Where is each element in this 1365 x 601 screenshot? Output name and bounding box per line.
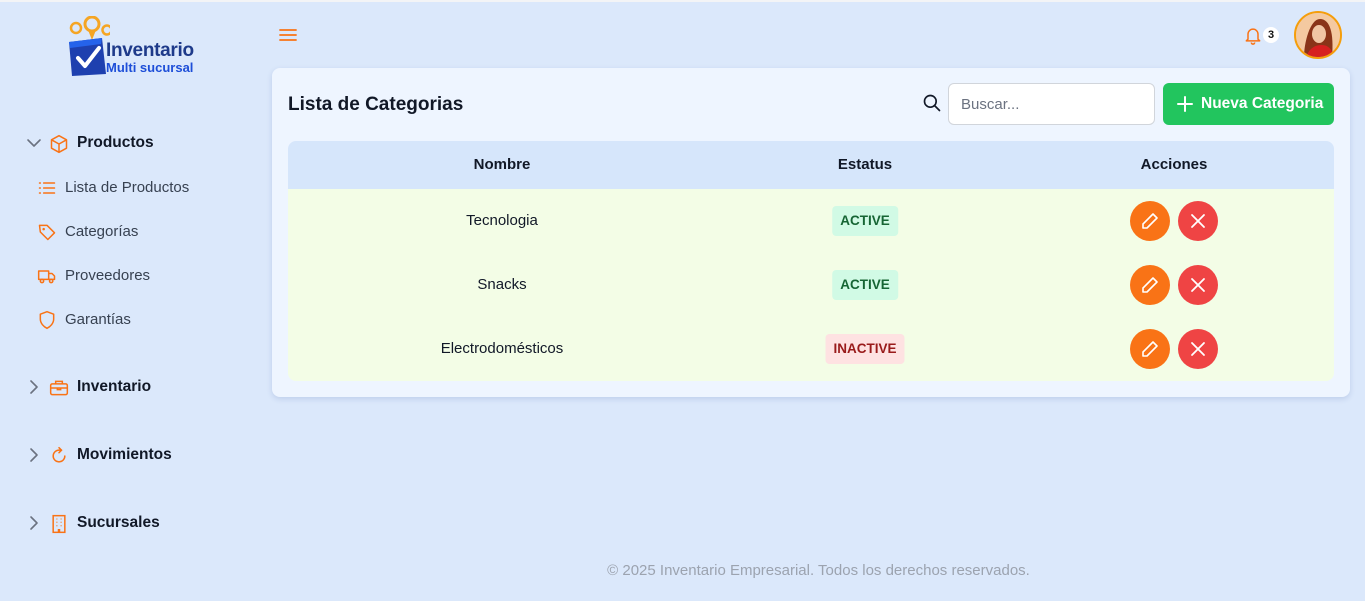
pencil-icon	[1142, 277, 1158, 293]
nav-group-label: Movimientos	[77, 446, 172, 463]
edit-button[interactable]	[1130, 265, 1170, 305]
categories-card: Lista de Categorias Nueva Categoria Nomb…	[272, 68, 1350, 397]
sidebar-item-garantias[interactable]: Garantías	[0, 305, 250, 335]
user-avatar-image	[1296, 13, 1340, 57]
nav-group-label: Inventario	[77, 378, 152, 395]
nav-group-label: Sucursales	[77, 514, 160, 531]
delete-button[interactable]	[1178, 329, 1218, 369]
notification-count-badge: 3	[1263, 27, 1279, 43]
table-header: Nombre Estatus Acciones	[288, 141, 1334, 189]
plus-icon	[1177, 96, 1193, 112]
shield-icon	[39, 310, 55, 330]
pencil-icon	[1142, 341, 1158, 357]
nav-group-sucursales[interactable]: Sucursales	[0, 506, 250, 540]
refresh-icon	[52, 446, 66, 463]
bell-icon	[1245, 28, 1261, 45]
search-input[interactable]	[948, 83, 1155, 125]
list-icon	[38, 182, 56, 194]
footer: © 2025 Inventario Empresarial. Todos los…	[0, 562, 1365, 579]
footer-text: © 2025 Inventario Empresarial. Todos los…	[607, 562, 1030, 579]
delete-button[interactable]	[1178, 201, 1218, 241]
new-category-label: Nueva Categoria	[1201, 95, 1324, 112]
nav-group-productos[interactable]: Productos	[0, 126, 250, 160]
chevron-right-icon	[30, 448, 38, 462]
brand-subtitle: Multi sucursal	[106, 60, 194, 75]
sidebar-item-label: Garantías	[65, 311, 131, 328]
table-row: Electrodomésticos INACTIVE	[288, 317, 1334, 381]
pencil-icon	[1142, 213, 1158, 229]
sidebar-item-label: Categorías	[65, 223, 139, 240]
tag-icon	[38, 224, 56, 241]
nav-group-label: Productos	[77, 134, 154, 151]
building-icon	[52, 514, 66, 534]
category-name: Electrodomésticos	[440, 340, 564, 357]
sidebar-item-label: Proveedores	[65, 267, 151, 284]
sidebar-item-proveedores[interactable]: Proveedores	[0, 261, 250, 291]
close-icon	[1191, 342, 1205, 356]
chevron-right-icon	[30, 380, 38, 394]
status-badge: ACTIVE	[832, 270, 898, 300]
box-icon	[50, 134, 68, 154]
hamburger-menu-button[interactable]	[277, 24, 299, 46]
table-row: Tecnologia ACTIVE	[288, 189, 1334, 253]
truck-icon	[37, 270, 56, 284]
sidebar: Inventario Multi sucursal Productos List…	[0, 2, 250, 601]
avatar[interactable]	[1294, 11, 1342, 59]
search-icon	[923, 94, 941, 112]
category-name: Tecnologia	[466, 212, 538, 229]
status-badge: INACTIVE	[825, 334, 905, 364]
logo-icon	[69, 16, 110, 76]
close-icon	[1191, 214, 1205, 228]
delete-button[interactable]	[1178, 265, 1218, 305]
categories-table: Nombre Estatus Acciones Tecnologia ACTIV…	[288, 141, 1334, 381]
briefcase-icon	[49, 380, 69, 396]
brand-title: Inventario	[106, 40, 194, 61]
status-badge: ACTIVE	[832, 206, 898, 236]
table-row: Snacks ACTIVE	[288, 253, 1334, 317]
menu-icon	[279, 29, 297, 41]
sidebar-item-categorias[interactable]: Categorías	[0, 217, 250, 247]
chevron-down-icon	[27, 139, 41, 147]
brand-logo[interactable]: Inventario Multi sucursal	[66, 16, 206, 78]
close-icon	[1191, 278, 1205, 292]
sidebar-item-lista-productos[interactable]: Lista de Productos	[0, 173, 250, 203]
edit-button[interactable]	[1130, 329, 1170, 369]
category-name: Snacks	[477, 276, 527, 293]
new-category-button[interactable]: Nueva Categoria	[1163, 83, 1334, 125]
column-header-nombre: Nombre	[473, 156, 531, 173]
table-body: Tecnologia ACTIVE Snacks ACTIVE Electrod…	[288, 189, 1334, 381]
chevron-right-icon	[30, 516, 38, 530]
nav-group-movimientos[interactable]: Movimientos	[0, 438, 250, 472]
edit-button[interactable]	[1130, 201, 1170, 241]
nav-group-inventario[interactable]: Inventario	[0, 370, 250, 404]
notifications-button[interactable]: 3	[1243, 24, 1281, 46]
column-header-estatus: Estatus	[837, 156, 893, 173]
sidebar-item-label: Lista de Productos	[65, 179, 190, 196]
column-header-acciones: Acciones	[1140, 156, 1208, 173]
page-title: Lista de Categorias	[288, 94, 464, 115]
